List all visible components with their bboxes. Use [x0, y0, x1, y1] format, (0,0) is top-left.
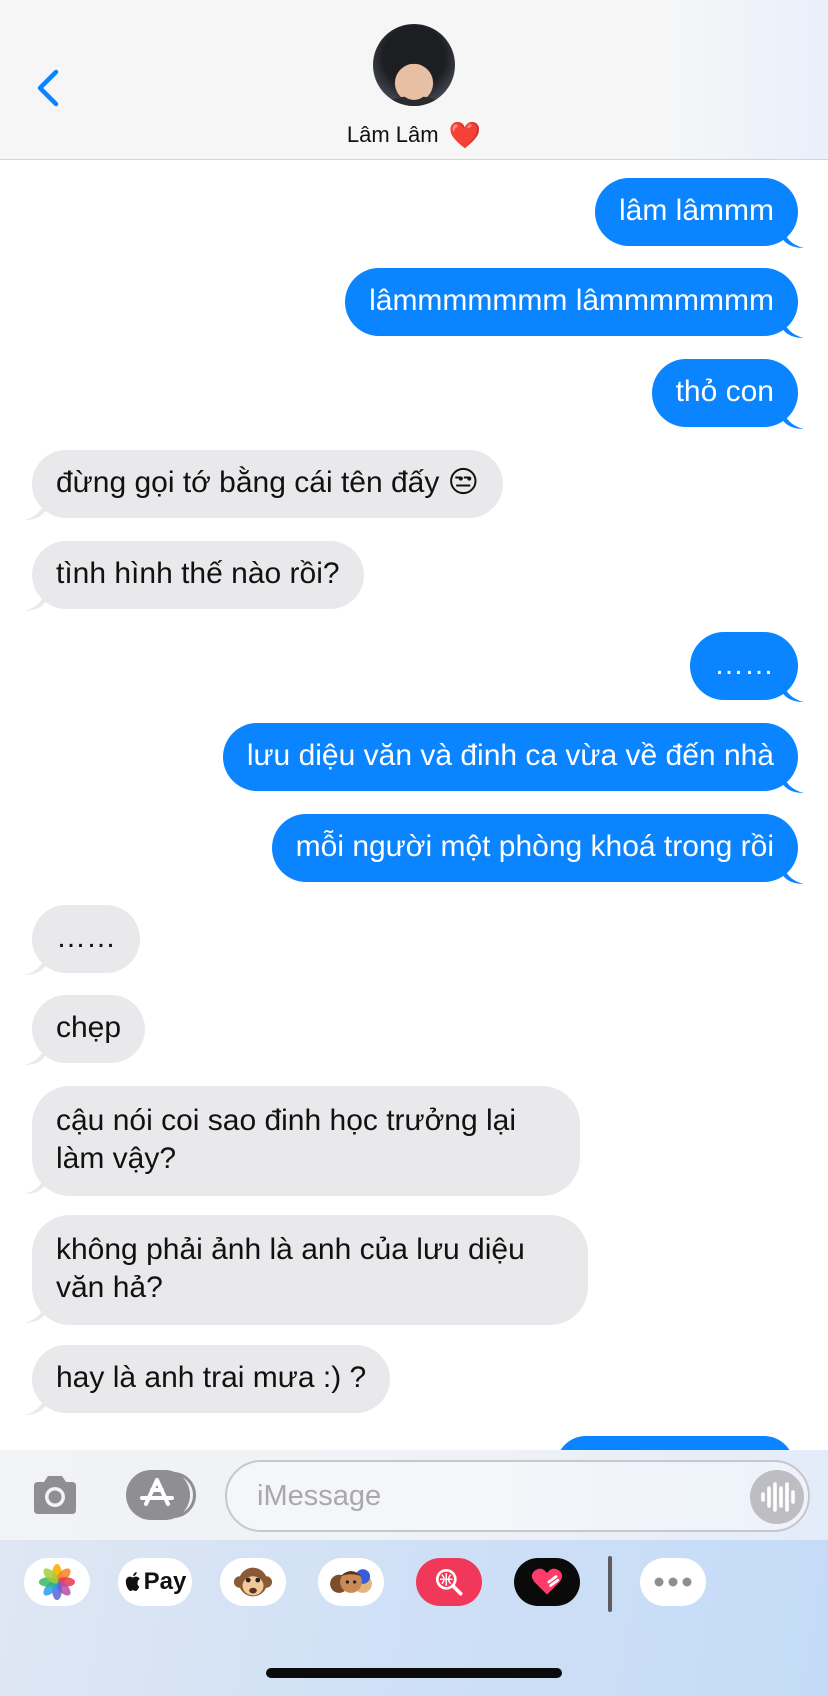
back-chevron-icon[interactable]	[30, 66, 70, 110]
outgoing-message[interactable]: lưu diệu văn và đinh ca vừa về đến nhà	[222, 723, 798, 791]
more-icon	[654, 1577, 692, 1587]
outgoing-message[interactable]: lâm lâmmm	[595, 178, 798, 246]
bubble-tail	[24, 1393, 46, 1415]
incoming-message[interactable]: ……	[32, 905, 140, 973]
bubble-tail	[782, 771, 804, 793]
home-indicator[interactable]	[266, 1668, 562, 1678]
digital-touch-icon	[531, 1568, 563, 1595]
bubble-tail	[24, 498, 46, 520]
app-store-button[interactable]	[126, 1470, 196, 1520]
images-search-button[interactable]	[416, 1558, 482, 1606]
bubble-tail	[24, 1172, 46, 1194]
bubble-tail	[782, 680, 804, 702]
animoji-button[interactable]	[220, 1558, 286, 1606]
incoming-message[interactable]: đừng gọi tớ bằng cái tên đấy 😒	[32, 450, 503, 518]
app-drawer: Pay	[0, 1540, 828, 1696]
monkey-memoji-icon	[233, 1567, 273, 1597]
contact-name-row[interactable]: Lâm Lâm ❤️	[0, 120, 828, 151]
camera-icon[interactable]	[30, 1472, 80, 1518]
outgoing-message[interactable]: mỗi người một phòng khoá trong rồi	[271, 814, 798, 882]
voice-message-button[interactable]	[750, 1470, 804, 1524]
incoming-message[interactable]: tình hình thế nào rồi?	[32, 541, 364, 609]
photos-app-button[interactable]	[24, 1558, 90, 1606]
memoji-group-icon	[330, 1569, 372, 1593]
web-search-icon	[435, 1568, 463, 1596]
bubble-tail	[24, 953, 46, 975]
incoming-message[interactable]: không phải ảnh là anh của lưu diệu văn h…	[32, 1215, 588, 1325]
incoming-message[interactable]: chẹp	[32, 995, 146, 1063]
more-apps-button[interactable]	[640, 1558, 706, 1606]
avatar-face	[398, 64, 430, 100]
memoji-stickers-button[interactable]	[318, 1558, 384, 1606]
incoming-message[interactable]: cậu nói coi sao đinh học trưởng lại làm …	[32, 1086, 580, 1196]
apple-pay-label: Pay	[143, 1568, 187, 1595]
apple-pay-button[interactable]: Pay	[118, 1558, 192, 1606]
app-store-icon	[140, 1478, 174, 1506]
photos-icon	[38, 1563, 76, 1601]
outgoing-message[interactable]: thỏ con	[651, 359, 798, 427]
waveform-icon	[761, 1482, 795, 1512]
bubble-tail	[24, 589, 46, 611]
imessage-screen: Lâm Lâm ❤️ lâm lâmmm lâmmmmmmm lâmmmmmmm…	[0, 0, 828, 1696]
message-input-bar	[0, 1450, 828, 1540]
apple-logo-icon	[125, 1572, 140, 1591]
contact-avatar[interactable]	[373, 24, 455, 106]
conversation-header: Lâm Lâm ❤️	[0, 0, 828, 160]
bubble-tail	[24, 1043, 46, 1065]
bubble-tail	[782, 226, 804, 248]
heart-emoji: ❤️	[448, 120, 482, 150]
contact-name: Lâm Lâm	[346, 122, 439, 147]
outgoing-message[interactable]: lâmmmmmmm lâmmmmmmm	[345, 268, 798, 336]
bubble-tail	[782, 407, 804, 429]
bubble-tail	[782, 862, 804, 884]
digital-touch-button[interactable]	[514, 1558, 580, 1606]
drawer-divider	[608, 1556, 612, 1612]
bubble-tail	[782, 316, 804, 338]
incoming-message[interactable]: hay là anh trai mưa :) ?	[32, 1345, 391, 1413]
imessage-input[interactable]	[225, 1460, 810, 1532]
bubble-tail	[24, 1301, 46, 1323]
